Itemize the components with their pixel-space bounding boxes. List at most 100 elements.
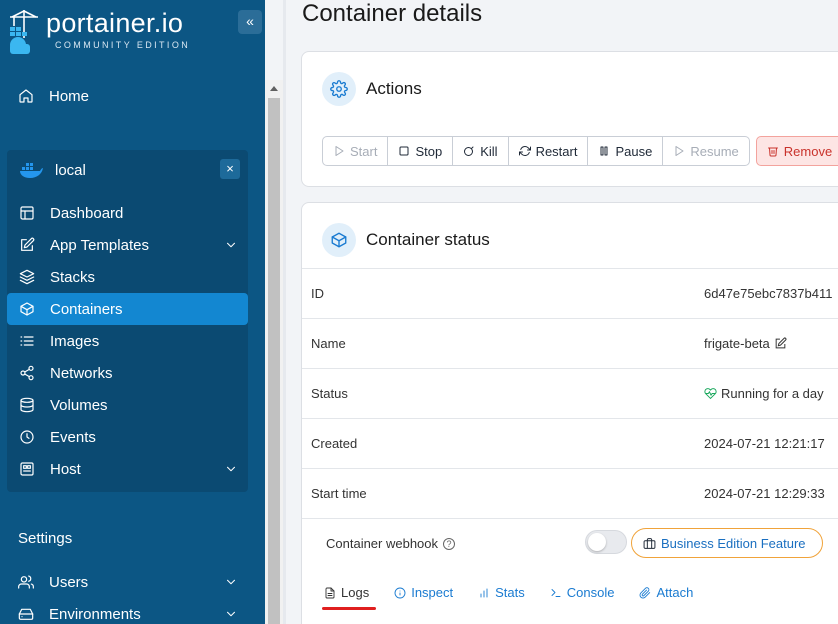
sidebar-item-label: App Templates <box>50 236 149 254</box>
active-tab-underline <box>322 607 376 610</box>
sidebar-item-label: Images <box>50 332 100 350</box>
environment-header[interactable]: local <box>19 158 86 182</box>
sidebar-item-home[interactable]: Home <box>18 80 89 112</box>
action-buttons: Start Stop Kill Restart Pause Resume Rem… <box>322 136 838 166</box>
pause-icon <box>600 146 608 156</box>
sidebar-item-label: Users <box>49 573 89 591</box>
webhook-label: Container webhook ? <box>326 536 456 551</box>
crane-logo-icon <box>10 10 38 54</box>
sidebar: portainer.io COMMUNITY EDITION « Home lo… <box>0 0 265 624</box>
bar-chart-icon <box>480 588 488 597</box>
sidebar-item-users[interactable]: Users <box>18 566 248 598</box>
bomb-icon <box>464 146 474 156</box>
tab-console[interactable]: Console <box>550 585 615 600</box>
table-row: ID 6d47e75ebc7837b411 <box>302 268 838 318</box>
docker-icon <box>20 163 43 178</box>
sidebar-item-label: Networks <box>50 364 113 382</box>
row-value: 6d47e75ebc7837b411 <box>704 286 832 301</box>
sidebar-item-containers[interactable]: Containers <box>7 293 248 325</box>
start-button[interactable]: Start <box>322 136 389 166</box>
hdd-icon <box>18 606 34 622</box>
home-icon <box>18 88 34 104</box>
resume-button[interactable]: Resume <box>662 136 750 166</box>
sidebar-item-dashboard[interactable]: Dashboard <box>7 197 248 229</box>
sidebar-item-host[interactable]: Host <box>7 453 248 485</box>
start-label: Start <box>350 143 378 159</box>
tab-label: Attach <box>656 585 694 600</box>
tab-attach[interactable]: Attach <box>639 585 693 600</box>
sidebar-item-label: Host <box>50 460 81 478</box>
tab-label: Console <box>566 585 615 600</box>
users-icon <box>18 574 34 590</box>
environment-panel: local × Dashboard App Templates Stacks C… <box>7 150 248 492</box>
brand-name: portainer.io <box>46 8 184 38</box>
stop-icon <box>399 146 409 156</box>
environment-close-button[interactable]: × <box>220 159 240 179</box>
share-icon <box>19 365 35 381</box>
toggle-knob <box>588 533 606 551</box>
container-name: frigate-beta <box>704 336 770 351</box>
terminal-icon <box>551 588 561 597</box>
row-label: ID <box>311 286 324 301</box>
restart-button[interactable]: Restart <box>507 136 589 166</box>
business-edition-feature-button[interactable]: Business Edition Feature <box>631 528 823 558</box>
sidebar-item-label: Containers <box>50 300 123 318</box>
kill-label: Kill <box>480 143 498 159</box>
help-icon[interactable]: ? <box>443 537 456 550</box>
scroll-up-arrow-icon[interactable] <box>270 86 278 91</box>
host-icon <box>19 461 35 477</box>
sidebar-item-environments[interactable]: Environments <box>18 598 248 624</box>
sidebar-item-label: Home <box>49 87 90 105</box>
chevron-down-icon <box>224 238 238 256</box>
tab-inspect[interactable]: Inspect <box>394 585 453 600</box>
row-label: Status <box>311 386 348 401</box>
table-row: Start time 2024-07-21 12:29:33 <box>302 468 838 518</box>
resume-label: Resume <box>690 143 739 159</box>
container-status-card: Container status ID 6d47e75ebc7837b411 N… <box>301 202 838 624</box>
play-icon <box>335 146 344 156</box>
row-value: Running for a day <box>704 386 824 401</box>
webhook-label-text: Container webhook <box>326 536 439 551</box>
chevron-down-icon <box>224 575 238 593</box>
tab-label: Logs <box>341 585 370 600</box>
remove-button[interactable]: Remove <box>755 136 838 166</box>
sidebar-item-app-templates[interactable]: App Templates <box>7 229 248 261</box>
sidebar-item-label: Dashboard <box>50 204 124 222</box>
sidebar-item-networks[interactable]: Networks <box>7 357 248 389</box>
stop-button[interactable]: Stop <box>387 136 454 166</box>
sidebar-item-stacks[interactable]: Stacks <box>7 261 248 293</box>
actions-card: Actions Start Stop Kill Restart Pause Re… <box>301 51 838 187</box>
sidebar-item-events[interactable]: Events <box>7 421 248 453</box>
scrollbar-thumb[interactable] <box>268 98 280 624</box>
trash-icon <box>767 147 778 157</box>
remove-label: Remove <box>783 143 833 159</box>
row-value: 2024-07-21 12:29:33 <box>704 486 825 501</box>
sidebar-item-images[interactable]: Images <box>7 325 248 357</box>
row-label: Name <box>311 336 346 351</box>
briefcase-icon <box>643 537 656 549</box>
status-header: Container status <box>322 223 490 257</box>
sidebar-item-label: Stacks <box>50 268 96 286</box>
pause-button[interactable]: Pause <box>587 136 664 166</box>
tab-stats[interactable]: Stats <box>478 585 525 600</box>
sidebar-scrollbar[interactable] <box>265 80 283 624</box>
heartbeat-icon <box>704 388 717 400</box>
collapse-sidebar-button[interactable]: « <box>238 10 262 34</box>
page-title: Container details <box>302 0 483 27</box>
container-status: Running for a day <box>721 386 824 401</box>
portainer-logo[interactable]: portainer.io COMMUNITY EDITION <box>6 8 190 58</box>
kill-button[interactable]: Kill <box>452 136 509 166</box>
sidebar-item-label: Volumes <box>50 396 108 414</box>
status-title: Container status <box>366 230 490 249</box>
sidebar-item-label: Events <box>50 428 96 446</box>
tab-logs[interactable]: Logs <box>322 585 376 610</box>
play-icon <box>675 146 684 156</box>
webhook-toggle[interactable] <box>585 530 627 554</box>
settings-section-title: Settings <box>18 530 73 547</box>
edit-icon[interactable] <box>774 337 787 350</box>
row-label: Start time <box>311 486 367 501</box>
file-text-icon <box>325 587 335 598</box>
database-icon <box>19 397 35 413</box>
sidebar-item-volumes[interactable]: Volumes <box>7 389 248 421</box>
refresh-icon <box>518 146 531 157</box>
